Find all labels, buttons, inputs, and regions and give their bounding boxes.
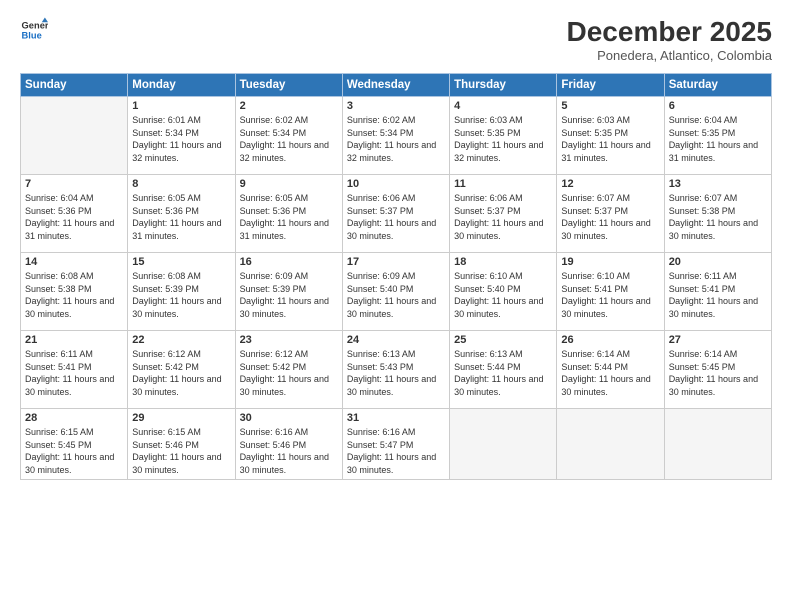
title-block: December 2025 Ponedera, Atlantico, Colom…	[567, 16, 772, 63]
table-row: 11Sunrise: 6:06 AM Sunset: 5:37 PM Dayli…	[450, 175, 557, 253]
header: General Blue December 2025 Ponedera, Atl…	[20, 16, 772, 63]
table-row: 10Sunrise: 6:06 AM Sunset: 5:37 PM Dayli…	[342, 175, 449, 253]
col-friday: Friday	[557, 74, 664, 97]
table-row: 6Sunrise: 6:04 AM Sunset: 5:35 PM Daylig…	[664, 97, 771, 175]
table-row: 17Sunrise: 6:09 AM Sunset: 5:40 PM Dayli…	[342, 253, 449, 331]
table-row	[21, 97, 128, 175]
table-row: 2Sunrise: 6:02 AM Sunset: 5:34 PM Daylig…	[235, 97, 342, 175]
table-row: 26Sunrise: 6:14 AM Sunset: 5:44 PM Dayli…	[557, 331, 664, 409]
table-row: 8Sunrise: 6:05 AM Sunset: 5:36 PM Daylig…	[128, 175, 235, 253]
logo-icon: General Blue	[20, 16, 48, 44]
table-row	[557, 409, 664, 480]
table-row	[664, 409, 771, 480]
table-row: 24Sunrise: 6:13 AM Sunset: 5:43 PM Dayli…	[342, 331, 449, 409]
subtitle: Ponedera, Atlantico, Colombia	[567, 48, 772, 63]
calendar-header-row: Sunday Monday Tuesday Wednesday Thursday…	[21, 74, 772, 97]
table-row: 4Sunrise: 6:03 AM Sunset: 5:35 PM Daylig…	[450, 97, 557, 175]
table-row: 1Sunrise: 6:01 AM Sunset: 5:34 PM Daylig…	[128, 97, 235, 175]
col-sunday: Sunday	[21, 74, 128, 97]
table-row: 21Sunrise: 6:11 AM Sunset: 5:41 PM Dayli…	[21, 331, 128, 409]
table-row: 20Sunrise: 6:11 AM Sunset: 5:41 PM Dayli…	[664, 253, 771, 331]
table-row: 19Sunrise: 6:10 AM Sunset: 5:41 PM Dayli…	[557, 253, 664, 331]
table-row: 16Sunrise: 6:09 AM Sunset: 5:39 PM Dayli…	[235, 253, 342, 331]
table-row: 25Sunrise: 6:13 AM Sunset: 5:44 PM Dayli…	[450, 331, 557, 409]
logo: General Blue	[20, 16, 48, 44]
table-row: 22Sunrise: 6:12 AM Sunset: 5:42 PM Dayli…	[128, 331, 235, 409]
table-row: 23Sunrise: 6:12 AM Sunset: 5:42 PM Dayli…	[235, 331, 342, 409]
col-saturday: Saturday	[664, 74, 771, 97]
table-row: 30Sunrise: 6:16 AM Sunset: 5:46 PM Dayli…	[235, 409, 342, 480]
month-title: December 2025	[567, 16, 772, 48]
svg-text:Blue: Blue	[22, 31, 42, 41]
table-row: 27Sunrise: 6:14 AM Sunset: 5:45 PM Dayli…	[664, 331, 771, 409]
table-row: 31Sunrise: 6:16 AM Sunset: 5:47 PM Dayli…	[342, 409, 449, 480]
col-thursday: Thursday	[450, 74, 557, 97]
col-wednesday: Wednesday	[342, 74, 449, 97]
table-row: 5Sunrise: 6:03 AM Sunset: 5:35 PM Daylig…	[557, 97, 664, 175]
table-row: 12Sunrise: 6:07 AM Sunset: 5:37 PM Dayli…	[557, 175, 664, 253]
table-row: 14Sunrise: 6:08 AM Sunset: 5:38 PM Dayli…	[21, 253, 128, 331]
page: General Blue December 2025 Ponedera, Atl…	[0, 0, 792, 612]
table-row: 18Sunrise: 6:10 AM Sunset: 5:40 PM Dayli…	[450, 253, 557, 331]
table-row: 13Sunrise: 6:07 AM Sunset: 5:38 PM Dayli…	[664, 175, 771, 253]
table-row: 15Sunrise: 6:08 AM Sunset: 5:39 PM Dayli…	[128, 253, 235, 331]
table-row: 7Sunrise: 6:04 AM Sunset: 5:36 PM Daylig…	[21, 175, 128, 253]
table-row	[450, 409, 557, 480]
calendar-table: Sunday Monday Tuesday Wednesday Thursday…	[20, 73, 772, 480]
table-row: 29Sunrise: 6:15 AM Sunset: 5:46 PM Dayli…	[128, 409, 235, 480]
table-row: 3Sunrise: 6:02 AM Sunset: 5:34 PM Daylig…	[342, 97, 449, 175]
table-row: 28Sunrise: 6:15 AM Sunset: 5:45 PM Dayli…	[21, 409, 128, 480]
col-monday: Monday	[128, 74, 235, 97]
col-tuesday: Tuesday	[235, 74, 342, 97]
table-row: 9Sunrise: 6:05 AM Sunset: 5:36 PM Daylig…	[235, 175, 342, 253]
